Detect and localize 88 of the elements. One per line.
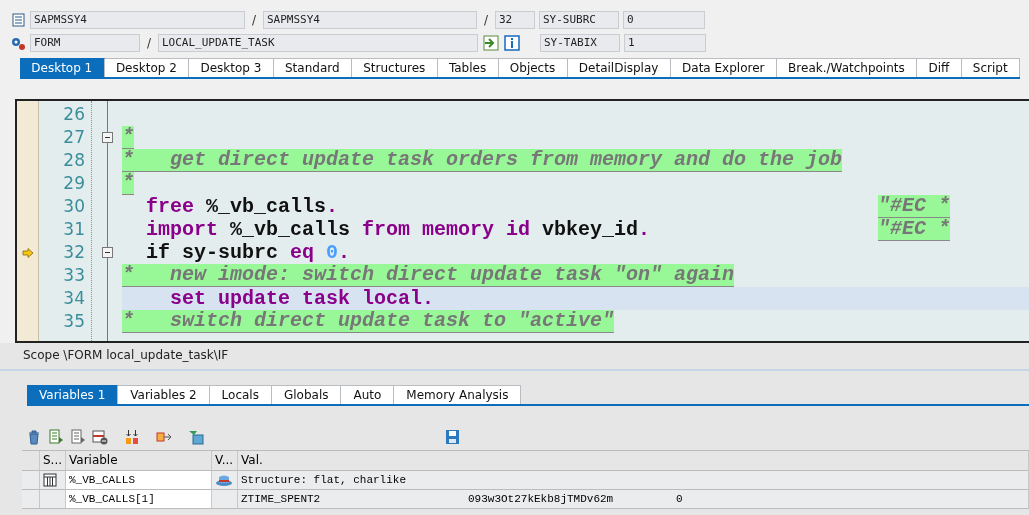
desktop-tab[interactable]: Desktop 2 bbox=[104, 58, 190, 77]
line-number: 32 bbox=[62, 241, 86, 264]
current-line-arrow-icon bbox=[21, 247, 34, 258]
row-selector-cell[interactable] bbox=[22, 471, 40, 490]
line-number: 30 bbox=[62, 195, 86, 218]
structure-icon bbox=[43, 473, 57, 487]
variables-tab[interactable]: Variables 1 bbox=[27, 385, 119, 404]
code-comment: * new imode: switch direct update task "on" again bbox=[122, 264, 735, 287]
desktop-tab[interactable]: Tables bbox=[437, 58, 499, 77]
code-comment: * switch direct update task to "active" bbox=[122, 310, 615, 333]
field-label: SY-TABIX bbox=[540, 34, 620, 52]
merge-icon[interactable] bbox=[123, 428, 141, 446]
desktop-tab[interactable]: Diff bbox=[917, 58, 962, 77]
code-token: free bbox=[145, 195, 194, 218]
line-number: 34 bbox=[62, 287, 86, 310]
line-number: 35 bbox=[62, 310, 86, 333]
line-number: 31 bbox=[62, 218, 86, 241]
document-arrow-icon[interactable] bbox=[69, 428, 87, 446]
line-number: 33 bbox=[62, 264, 86, 287]
desktop-tab[interactable]: Desktop 3 bbox=[189, 58, 274, 77]
line-number: 26 bbox=[62, 103, 86, 126]
separator-slash: / bbox=[145, 36, 152, 50]
delete-row-icon[interactable] bbox=[91, 428, 109, 446]
display-field: 1 bbox=[624, 34, 706, 52]
desktop-tab[interactable]: Script bbox=[961, 58, 1020, 77]
code-token: 0 bbox=[325, 241, 339, 264]
hat-icon bbox=[215, 473, 233, 487]
line-number: 28 bbox=[62, 149, 86, 172]
code-comment: * bbox=[122, 172, 134, 195]
field-label: SY-SUBRC bbox=[539, 11, 619, 29]
code-comment: * bbox=[122, 126, 134, 149]
pragma-comment: "#EC * bbox=[878, 218, 951, 241]
header-cell bbox=[22, 451, 40, 471]
column-header[interactable]: S... bbox=[40, 451, 66, 471]
save-icon[interactable] bbox=[443, 428, 461, 446]
code-token: set update task local. bbox=[169, 287, 435, 310]
code-token: %_vb_calls bbox=[229, 218, 351, 241]
table-cell: %_VB_CALLS[1] bbox=[66, 490, 212, 509]
variables-tab[interactable]: Globals bbox=[271, 385, 342, 404]
variables-tab[interactable]: Auto bbox=[341, 385, 395, 404]
code-token: %_vb_calls bbox=[205, 195, 327, 218]
code-token: from memory id bbox=[361, 218, 531, 241]
document-arrow-icon[interactable] bbox=[47, 428, 65, 446]
code-token: . bbox=[338, 241, 351, 264]
row-selector-cell[interactable] bbox=[22, 490, 40, 509]
value-text: 093w3Ot27kEkb8jTMDv62m bbox=[468, 491, 615, 507]
desktop-tab[interactable]: Data Explorer bbox=[670, 58, 777, 77]
jump-icon bbox=[482, 34, 500, 52]
display-field: 32 bbox=[495, 11, 535, 29]
column-header[interactable]: V... bbox=[212, 451, 238, 471]
code-token: if sy-subrc bbox=[145, 241, 279, 264]
display-field: SAPMSSY4 bbox=[30, 11, 245, 29]
variables-tab[interactable]: Memory Analysis bbox=[394, 385, 522, 404]
code-token: vbkey_id bbox=[541, 218, 639, 241]
value-text: ZTIME_SPENT2 bbox=[241, 491, 322, 507]
value-text: Structure: flat, charlike bbox=[241, 472, 408, 488]
pragma-comment: "#EC * bbox=[878, 195, 951, 218]
display-field: 0 bbox=[623, 11, 705, 29]
line-number: 29 bbox=[62, 172, 86, 195]
desktop-tab[interactable]: Standard bbox=[273, 58, 352, 77]
separator-slash: / bbox=[250, 13, 257, 27]
list-icon bbox=[10, 12, 26, 28]
scope-path: Scope \FORM local_update_task\IF bbox=[0, 343, 1029, 371]
collapse-toggle[interactable] bbox=[101, 132, 113, 143]
code-comment: * get direct update task orders from memory and do the job bbox=[122, 149, 843, 172]
display-field: SAPMSSY4 bbox=[263, 11, 477, 29]
code-token: . bbox=[326, 195, 339, 218]
desktop-tab[interactable]: DetailDisplay bbox=[567, 58, 671, 77]
value-text: 0 bbox=[676, 491, 683, 507]
code-token: import bbox=[145, 218, 218, 241]
filter-icon[interactable] bbox=[187, 428, 205, 446]
column-header[interactable]: Variable bbox=[66, 451, 212, 471]
info-icon bbox=[504, 35, 520, 51]
display-field: LOCAL_UPDATE_TASK bbox=[158, 34, 478, 52]
code-token: eq bbox=[289, 241, 315, 264]
column-header[interactable]: Val. bbox=[238, 451, 1029, 471]
table-cell: %_VB_CALLS bbox=[66, 471, 212, 490]
display-field: FORM bbox=[30, 34, 140, 52]
variables-tab[interactable]: Variables 2 bbox=[118, 385, 210, 404]
line-number: 27 bbox=[62, 126, 86, 149]
desktop-tab[interactable]: Structures bbox=[351, 58, 438, 77]
variables-tab[interactable]: Locals bbox=[209, 385, 272, 404]
separator-slash: / bbox=[482, 13, 489, 27]
desktop-tab[interactable]: Objects bbox=[498, 58, 568, 77]
desktop-tab[interactable]: Desktop 1 bbox=[20, 58, 105, 77]
desktop-tab[interactable]: Break./Watchpoints bbox=[776, 58, 918, 77]
code-token: . bbox=[638, 218, 651, 241]
collapse-toggle[interactable] bbox=[101, 247, 113, 258]
